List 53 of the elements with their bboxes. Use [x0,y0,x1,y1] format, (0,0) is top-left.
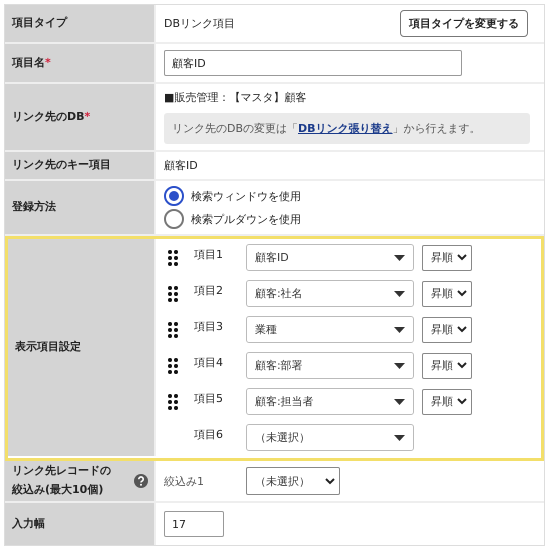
chevron-icon [325,478,335,484]
field-value: ■販売管理：【マスタ】顧客 [164,90,306,105]
caret-icon [394,434,405,440]
row-label: 項目タイプ [12,15,67,32]
chevron-icon [457,362,467,369]
radio-button[interactable] [164,209,184,229]
dropdown[interactable]: 顧客ID [246,244,414,271]
dropdown[interactable]: 顧客:社名 [246,280,414,307]
radio-button[interactable] [164,186,184,206]
row-label: リンク先レコードの絞込み(最大10個) [12,463,112,498]
dropdown[interactable]: 昇順 [422,280,472,306]
relink-link[interactable]: DBリンク張り替え [298,122,393,135]
input-field[interactable]: 17 [164,511,224,537]
caret-icon [394,326,405,332]
dropdown[interactable]: （未選択） [246,424,414,451]
item-label: 項目4 [194,355,224,370]
note-text: リンク先のDBの変更は「DBリンク張り替え」から行えます。 [172,122,481,135]
required-mark: * [45,56,51,69]
row-label: 入力幅 [12,516,45,532]
row-label: 表示項目設定 [15,339,81,356]
dropdown[interactable]: 顧客:担当者 [246,388,414,415]
row-label: 項目名 [12,56,45,69]
dropdown[interactable]: 昇順 [422,388,472,414]
caret-icon [394,362,405,368]
item-label: 項目1 [194,247,224,262]
field-value: DBリンク項目 [164,16,236,31]
caret-icon [394,398,405,404]
dropdown[interactable]: 昇順 [422,244,472,270]
chevron-icon [457,326,467,333]
chevron-icon [457,290,467,297]
row-label: 登録方法 [12,199,56,216]
dropdown[interactable]: 業種 [246,316,414,343]
row-label: リンク先のキー項目 [12,157,111,174]
radio-label: 検索プルダウンを使用 [191,212,301,226]
caret-icon [394,290,405,296]
filter-label: 絞込み1 [164,474,205,488]
required-mark: * [84,110,90,123]
dropdown[interactable]: 顧客:部署 [246,352,414,379]
dropdown[interactable]: 昇順 [422,352,472,378]
chevron-icon [457,398,467,405]
item-label: 項目5 [194,391,224,406]
chevron-icon [457,254,467,261]
input-field[interactable]: 顧客ID [164,50,462,76]
item-label: 項目2 [194,283,224,298]
item-label: 項目3 [194,319,224,334]
row-label: リンク先のDB [12,110,85,123]
radio-label: 検索ウィンドウを使用 [191,188,301,204]
item-label: 項目6 [194,427,224,442]
field-value: 顧客ID [164,158,198,173]
change-type-button[interactable]: 項目タイプを変更する [400,10,528,37]
caret-icon [394,254,405,260]
dropdown[interactable]: 昇順 [422,316,472,342]
dropdown[interactable]: （未選択） [246,467,340,495]
